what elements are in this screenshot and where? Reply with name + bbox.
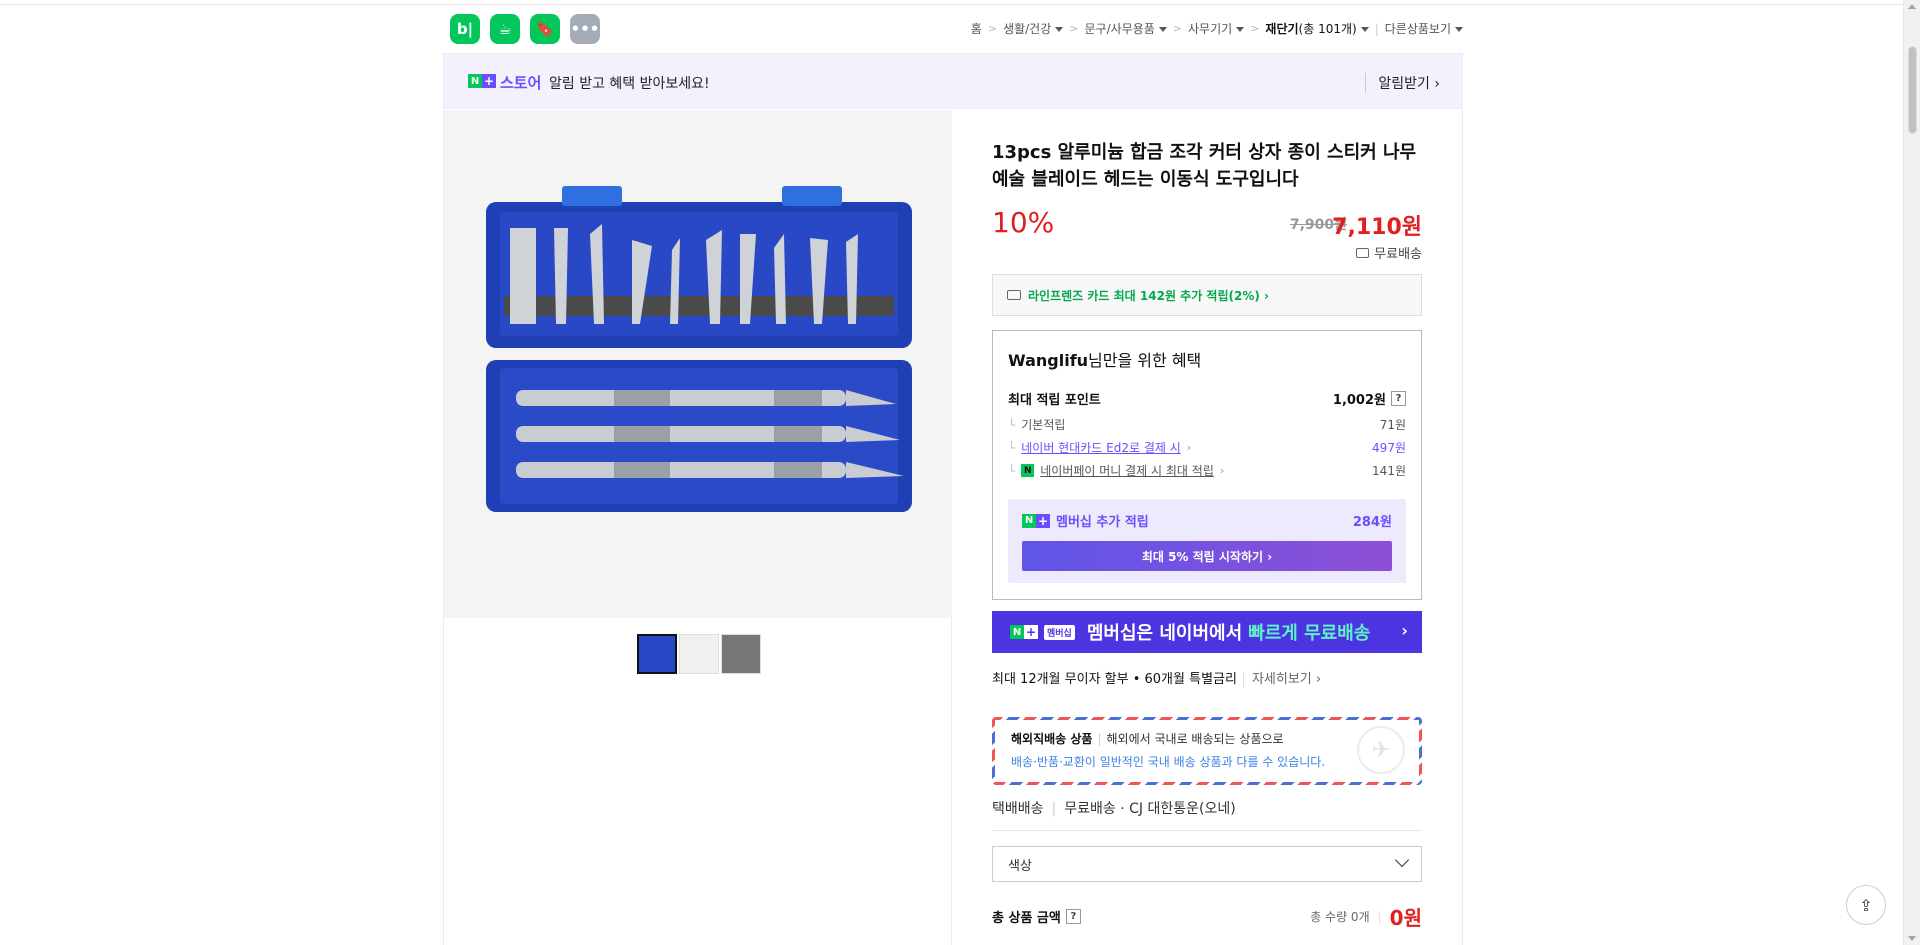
caret-down-icon (1158, 27, 1167, 32)
card-benefit-text: 라인프렌즈 카드 최대 142원 추가 적립(2%) › (1028, 288, 1269, 303)
chevron-right-icon: › (1401, 621, 1408, 640)
installment-info: 최대 12개월 무이자 할부 • 60개월 특별금리 자세히보기 › (992, 672, 1322, 687)
scroll-up-icon[interactable] (1908, 4, 1916, 9)
bookmark-icon[interactable]: 🔖 (530, 14, 560, 44)
share-icon: ⇪ (1859, 895, 1873, 915)
top-header: b| ☕ 🔖 ••• 홈 > 생활/건강 > 문구/사무용품 > 사무기기 > … (443, 12, 1463, 46)
chevron-right-icon: > (1250, 22, 1260, 35)
knife-set-illustration (444, 110, 952, 618)
divider (1462, 110, 1463, 945)
scrollbar-thumb[interactable] (1908, 46, 1917, 134)
delivery-info: 택배배송 | 무료배송 · CJ 대한통운(오네) (992, 801, 1236, 817)
more-apps-icon[interactable]: ••• (570, 14, 600, 44)
plus-icon: + (482, 74, 496, 88)
naver-n-icon: N (468, 74, 482, 88)
divider: | (1374, 21, 1379, 36)
thumbnail-3[interactable] (721, 634, 761, 674)
sale-price: 7,110원 (1332, 215, 1422, 240)
max-points-row: 최대 적립 포인트 1,002원? (1008, 389, 1406, 408)
store-alert-bar: N + 스토어 알림 받고 혜택 받아보세요! 알림받기 › (443, 53, 1463, 109)
benefit-row: └ 기본적립 71원 (1008, 417, 1406, 433)
overseas-shipping-notice: 해외직배송 상품 | 해외에서 국내로 배송되는 상품으로 배송·반품·교환이 일반… (992, 717, 1422, 785)
hyundai-card-link[interactable]: 네이버 현대카드 Ed2로 결제 시 (1021, 439, 1181, 456)
other-products-link[interactable]: 다른상품보기 (1385, 20, 1463, 37)
caret-down-icon (1055, 27, 1064, 32)
discount-rate: 10% (992, 206, 1055, 239)
caret-down-icon (1360, 27, 1369, 32)
scrollbar[interactable] (1903, 0, 1920, 945)
chevron-right-icon: > (1172, 22, 1183, 35)
scroll-down-icon[interactable] (1908, 936, 1916, 941)
breadcrumb-cat3[interactable]: 사무기기 (1188, 20, 1245, 37)
installment-details-link[interactable]: 자세히보기 › (1242, 672, 1322, 687)
breadcrumb-home[interactable]: 홈 (971, 20, 982, 37)
npay-money-link[interactable]: 네이버페이 머니 결제 시 최대 적립 (1040, 462, 1214, 479)
breadcrumb-cat2[interactable]: 문구/사무용품 (1085, 20, 1167, 37)
total-price-row: 총 상품 금액? 총 수량 0개 | 0원 (992, 902, 1422, 931)
plus-icon: + (1036, 513, 1050, 528)
npay-icon: N (1021, 464, 1035, 477)
benefit-heading: Wanglifu님만을 위한 혜택 (1008, 351, 1202, 370)
thumbnail-2[interactable] (679, 634, 719, 674)
membership-start-button[interactable]: 최대 5% 적립 시작하기 › (1022, 541, 1392, 571)
caret-down-icon (1455, 27, 1463, 32)
naver-n-icon: N (1022, 513, 1036, 528)
indent-icon: └ (1008, 440, 1016, 455)
divider (992, 830, 1422, 831)
credit-card-icon (1007, 290, 1021, 300)
alert-message: 알림 받고 혜택 받아보세요! (549, 76, 710, 92)
chevron-right-icon: > (1069, 22, 1079, 35)
membership-tag: 멤버십 (1044, 624, 1075, 640)
caret-down-icon (1236, 27, 1245, 32)
cafe-icon[interactable]: ☕ (490, 14, 520, 44)
subscribe-alert-button[interactable]: 알림받기 › (1365, 73, 1440, 93)
membership-box: N + 멤버십 추가 적립 284원 최대 5% 적립 시작하기 › (1008, 499, 1406, 583)
indent-icon: └ (1008, 417, 1016, 432)
breadcrumb: 홈 > 생활/건강 > 문구/사무용품 > 사무기기 > 재단기(총 101개)… (971, 20, 1463, 37)
benefit-row: └ N 네이버페이 머니 결제 시 최대 적립 › 141원 (1008, 462, 1406, 479)
naver-plus-badge: N + (468, 74, 496, 88)
naver-plus-badge: N + (1022, 513, 1050, 528)
store-label: 스토어 (500, 74, 542, 92)
truck-icon (1356, 247, 1370, 258)
chevron-down-icon (1394, 852, 1410, 868)
color-option-select[interactable]: 색상 (992, 846, 1422, 882)
breadcrumb-cat1[interactable]: 생활/건강 (1003, 20, 1064, 37)
share-button[interactable]: ⇪ (1846, 885, 1886, 925)
chevron-right-icon: › (1219, 464, 1225, 477)
thumbnail-1[interactable] (637, 634, 677, 674)
chevron-right-icon: › (1186, 441, 1192, 454)
product-title: 13pcs 알루미늄 합금 조각 커터 상자 종이 스티커 나무 예술 블레이드… (992, 142, 1417, 190)
blog-icon[interactable]: b| (450, 14, 480, 44)
indent-icon: └ (1008, 463, 1016, 478)
thumbnail-list (637, 634, 761, 674)
card-benefit-box[interactable]: 라인프렌즈 카드 최대 142원 추가 적립(2%) › (992, 274, 1422, 316)
personal-benefit-box: Wanglifu님만을 위한 혜택 최대 적립 포인트 1,002원? └ 기본적… (992, 330, 1422, 600)
airplane-stamp-icon: ✈ (1357, 726, 1405, 774)
shipping-info: 무료배송 (1356, 243, 1422, 262)
chevron-right-icon: > (987, 22, 998, 35)
help-icon[interactable]: ? (1391, 391, 1406, 406)
product-main-image[interactable] (444, 110, 952, 618)
membership-banner[interactable]: N + 멤버십 멤버십은 네이버에서 빠르게 무료배송 › (992, 611, 1422, 653)
help-icon[interactable]: ? (1065, 909, 1081, 924)
benefit-row: └ 네이버 현대카드 Ed2로 결제 시 › 497원 (1008, 439, 1406, 456)
breadcrumb-current[interactable]: 재단기(총 101개) (1265, 20, 1369, 37)
product-page: b| ☕ 🔖 ••• 홈 > 생활/건강 > 문구/사무용품 > 사무기기 > … (443, 0, 1463, 945)
plus-icon: + (1024, 625, 1038, 639)
naver-n-icon: N (1010, 625, 1024, 639)
total-amount: 0원 (1389, 906, 1422, 930)
naver-plus-badge: N + (1010, 625, 1038, 639)
product-gallery (443, 110, 952, 945)
app-icons: b| ☕ 🔖 ••• (450, 14, 600, 44)
